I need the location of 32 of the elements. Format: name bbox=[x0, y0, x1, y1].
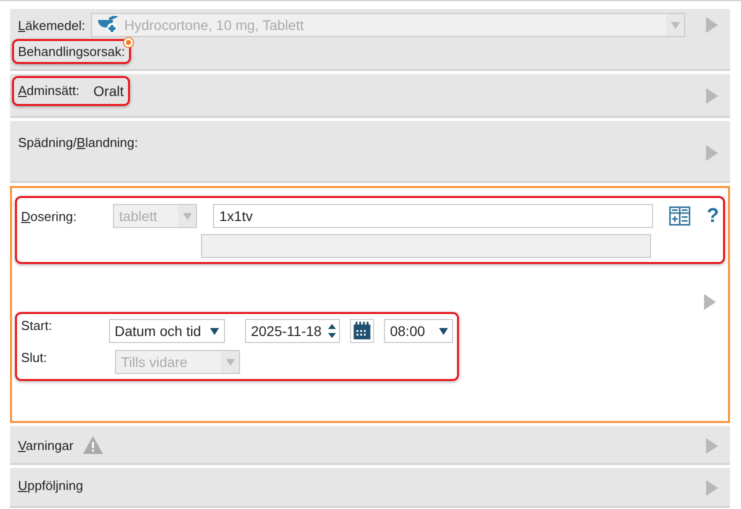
route-value: Oralt bbox=[93, 83, 124, 99]
start-date-field[interactable]: 2025-11-18 bbox=[244, 319, 340, 343]
medication-label: Läkemedel: bbox=[18, 18, 86, 32]
start-mode-dropdown[interactable]: Datum och tid bbox=[108, 319, 225, 343]
expand-arrow-icon[interactable] bbox=[706, 145, 718, 161]
start-label: Start: bbox=[21, 318, 54, 333]
expand-arrow-icon[interactable] bbox=[706, 480, 718, 496]
end-label: Slut: bbox=[21, 350, 48, 365]
section-title: Varningar bbox=[18, 438, 74, 452]
dosage-input[interactable]: 1x1tv bbox=[213, 204, 654, 228]
table-icon[interactable] bbox=[669, 206, 691, 226]
dosage-text-field[interactable] bbox=[201, 234, 651, 258]
dropdown-caret-icon bbox=[438, 328, 448, 334]
expand-arrow-icon[interactable] bbox=[706, 88, 718, 104]
section-title: Uppföljning bbox=[18, 478, 84, 493]
dropdown-caret-icon bbox=[226, 358, 234, 366]
treatment-reason-label: Behandlingsorsak: bbox=[18, 44, 125, 59]
help-icon[interactable]: ? bbox=[706, 206, 719, 226]
expand-arrow-icon[interactable] bbox=[706, 438, 718, 454]
spinner-icon[interactable] bbox=[328, 324, 336, 338]
dilution-label: Spädning/Blandning: bbox=[18, 135, 140, 150]
dropdown-caret-icon bbox=[182, 212, 192, 220]
mortar-icon bbox=[97, 16, 120, 34]
medication-value: Hydrocortone, 10 mg, Tablett bbox=[124, 17, 305, 33]
calendar-icon[interactable] bbox=[350, 318, 374, 344]
route-label: Adminsätt: bbox=[18, 83, 80, 99]
dropdown-caret-icon bbox=[210, 328, 220, 334]
dosing-label: Dosering: bbox=[21, 208, 78, 224]
expand-arrow-icon[interactable] bbox=[706, 17, 718, 33]
dropdown-caret-icon bbox=[670, 22, 680, 28]
expand-arrow-icon[interactable] bbox=[704, 294, 716, 310]
start-time-dropdown[interactable]: 08:00 bbox=[384, 319, 453, 343]
